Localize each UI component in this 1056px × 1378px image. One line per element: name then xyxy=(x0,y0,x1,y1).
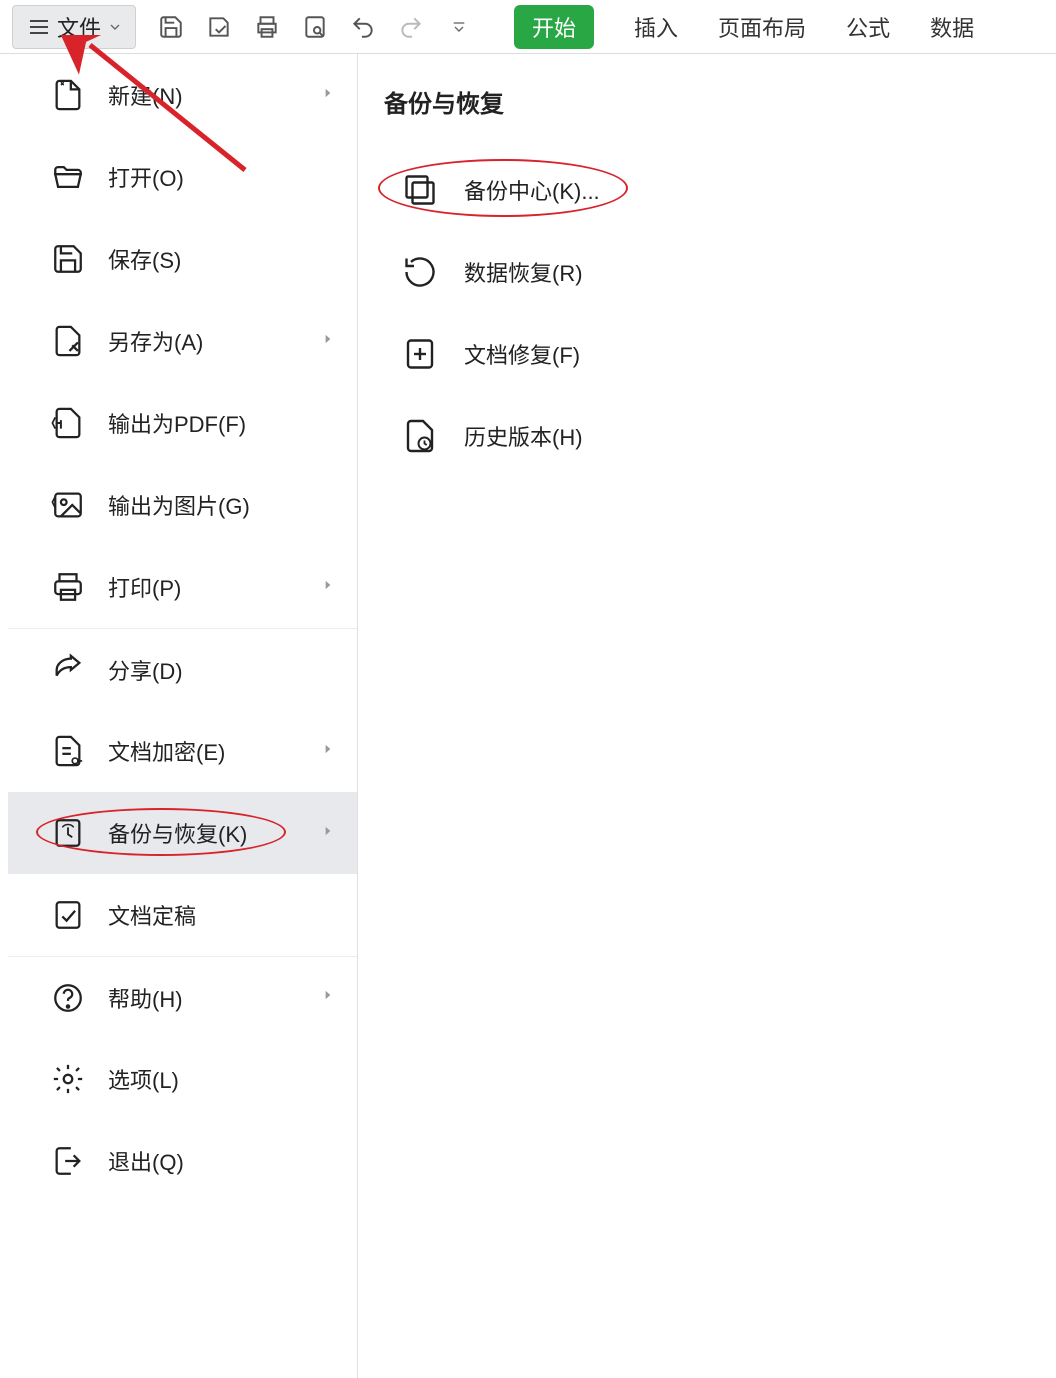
repair-icon xyxy=(398,332,442,376)
submenu-backup-center[interactable]: 备份中心(K)... xyxy=(378,149,1056,231)
tab-formula[interactable]: 公式 xyxy=(846,11,890,43)
save-as-file-icon xyxy=(46,319,90,363)
tab-data[interactable]: 数据 xyxy=(930,11,974,43)
undo-icon[interactable] xyxy=(348,12,378,42)
menu-item-label: 分享(D) xyxy=(108,654,183,686)
dropdown-more-icon[interactable] xyxy=(444,12,474,42)
menu-export-pdf[interactable]: 输出为PDF(F) xyxy=(8,382,357,464)
chevron-down-icon xyxy=(107,19,123,35)
backup-center-icon xyxy=(398,168,442,212)
menu-item-label: 备份与恢复(K) xyxy=(108,817,247,849)
exit-icon xyxy=(46,1139,90,1183)
hamburger-icon xyxy=(27,15,51,39)
pdf-icon xyxy=(46,401,90,445)
preview-icon[interactable] xyxy=(300,12,330,42)
menu-item-label: 文档加密(E) xyxy=(108,735,225,767)
menu-encrypt[interactable]: 文档加密(E) xyxy=(8,710,357,792)
menu-item-label: 文档定稿 xyxy=(108,899,196,931)
save-file-icon xyxy=(46,237,90,281)
submenu-title: 备份与恢复 xyxy=(384,84,1056,119)
chevron-right-icon xyxy=(321,578,335,597)
menu-finalize[interactable]: 文档定稿 xyxy=(8,874,357,956)
image-icon xyxy=(46,483,90,527)
tab-insert[interactable]: 插入 xyxy=(634,11,678,43)
print-icon[interactable] xyxy=(252,12,282,42)
menu-item-label: 输出为PDF(F) xyxy=(108,407,246,439)
menu-save[interactable]: 保存(S) xyxy=(8,218,357,300)
new-file-icon xyxy=(46,73,90,117)
menu-item-label: 打开(O) xyxy=(108,161,184,193)
gear-icon xyxy=(46,1057,90,1101)
menu-item-label: 新建(N) xyxy=(108,79,183,111)
menu-item-label: 保存(S) xyxy=(108,243,181,275)
menu-open[interactable]: 打开(O) xyxy=(8,136,357,218)
lock-doc-icon xyxy=(46,729,90,773)
menu-exit[interactable]: 退出(Q) xyxy=(8,1120,357,1202)
menu-export-image[interactable]: 输出为图片(G) xyxy=(8,464,357,546)
file-menu-panel: 新建(N) 打开(O) 保存(S) 另存为(A) 输出为PDF(F) xyxy=(8,54,358,1378)
folder-open-icon xyxy=(46,155,90,199)
chevron-right-icon xyxy=(321,742,335,761)
chevron-right-icon xyxy=(321,988,335,1007)
ribbon-tabs: 开始 插入 页面布局 公式 数据 xyxy=(514,5,974,49)
menu-saveas[interactable]: 另存为(A) xyxy=(8,300,357,382)
help-icon xyxy=(46,976,90,1020)
submenu-item-label: 文档修复(F) xyxy=(464,338,580,370)
menu-item-label: 帮助(H) xyxy=(108,982,183,1014)
share-icon xyxy=(46,648,90,692)
submenu-item-label: 数据恢复(R) xyxy=(464,256,583,288)
printer-icon xyxy=(46,565,90,609)
redo-icon[interactable] xyxy=(396,12,426,42)
tab-layout[interactable]: 页面布局 xyxy=(718,11,806,43)
menu-item-label: 打印(P) xyxy=(108,571,181,603)
file-menu-label: 文件 xyxy=(57,11,101,43)
save-icon[interactable] xyxy=(156,12,186,42)
submenu-data-recover[interactable]: 数据恢复(R) xyxy=(378,231,1056,313)
menu-item-label: 退出(Q) xyxy=(108,1145,184,1177)
menu-item-label: 输出为图片(G) xyxy=(108,489,250,521)
save-as-icon[interactable] xyxy=(204,12,234,42)
file-menu-button[interactable]: 文件 xyxy=(12,5,136,49)
menu-print[interactable]: 打印(P) xyxy=(8,546,357,628)
menu-backup[interactable]: 备份与恢复(K) xyxy=(8,792,357,874)
backup-icon xyxy=(46,811,90,855)
recover-icon xyxy=(398,250,442,294)
menu-options[interactable]: 选项(L) xyxy=(8,1038,357,1120)
quick-access-bar xyxy=(146,12,484,42)
tab-start[interactable]: 开始 xyxy=(514,5,594,49)
chevron-right-icon xyxy=(321,86,335,105)
submenu-item-label: 历史版本(H) xyxy=(464,420,583,452)
menu-new[interactable]: 新建(N) xyxy=(8,54,357,136)
menu-item-label: 选项(L) xyxy=(108,1063,179,1095)
menu-help[interactable]: 帮助(H) xyxy=(8,956,357,1038)
submenu-doc-repair[interactable]: 文档修复(F) xyxy=(378,313,1056,395)
backup-submenu-panel: 备份与恢复 备份中心(K)... 数据恢复(R) 文档修复(F) 历史版本(H) xyxy=(358,54,1056,1378)
menu-share[interactable]: 分享(D) xyxy=(8,628,357,710)
chevron-right-icon xyxy=(321,332,335,351)
submenu-item-label: 备份中心(K)... xyxy=(464,174,600,206)
history-icon xyxy=(398,414,442,458)
menu-item-label: 另存为(A) xyxy=(108,325,203,357)
toolbar: 文件 开始 插入 页面布局 公式 数据 xyxy=(0,0,1056,54)
submenu-history[interactable]: 历史版本(H) xyxy=(378,395,1056,477)
check-doc-icon xyxy=(46,893,90,937)
chevron-right-icon xyxy=(321,824,335,843)
